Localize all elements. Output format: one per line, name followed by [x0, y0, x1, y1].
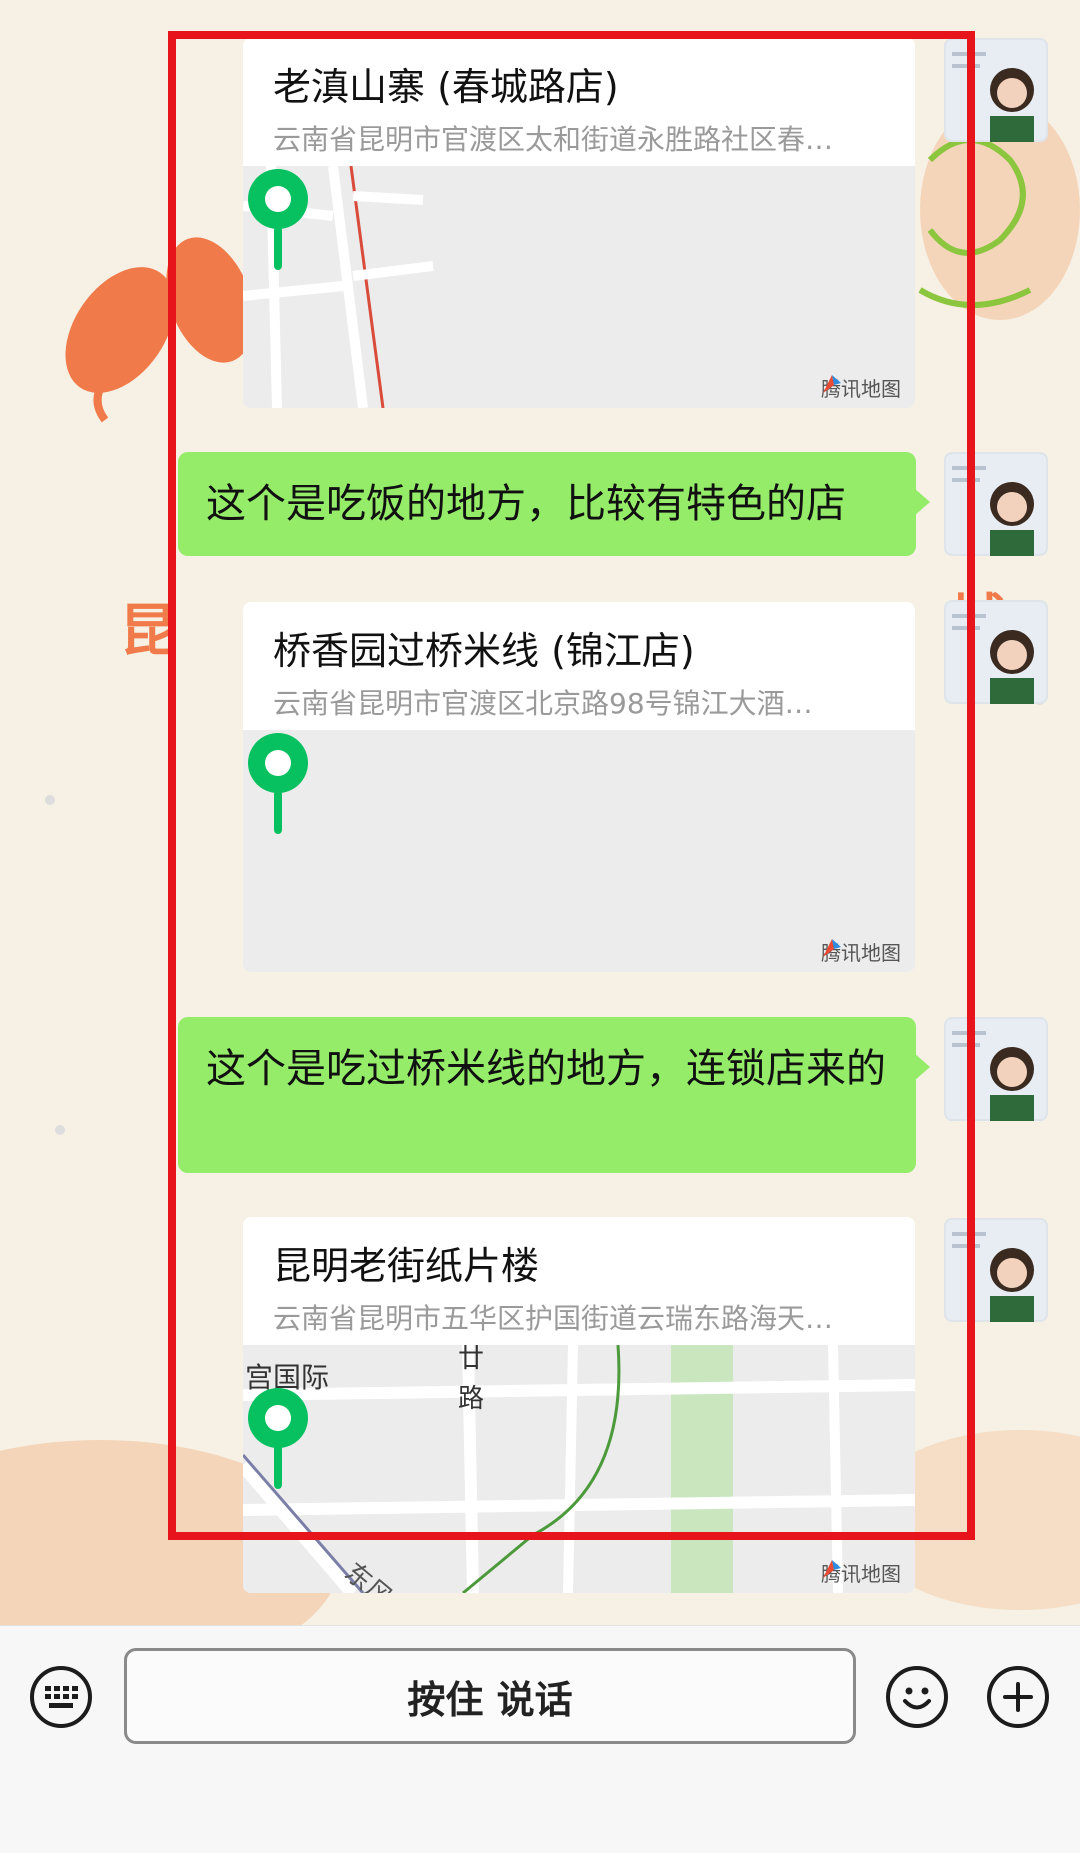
map-brand: 腾讯地图 — [821, 1558, 901, 1587]
tencent-map-logo-icon — [823, 1560, 841, 1578]
chat-area: 老滇山寨 (春城路店) 云南省昆明市官渡区太和街道永胜路社区春… 腾讯地图 这个… — [0, 0, 1080, 1625]
highlight-annotation-box — [168, 31, 975, 1540]
keyboard-icon[interactable] — [30, 1666, 92, 1728]
input-bar: 按住 说话 — [0, 1625, 1080, 1853]
emoji-icon[interactable] — [886, 1666, 948, 1728]
hold-to-talk-button[interactable]: 按住 说话 — [124, 1648, 856, 1744]
plus-icon[interactable] — [987, 1666, 1049, 1728]
